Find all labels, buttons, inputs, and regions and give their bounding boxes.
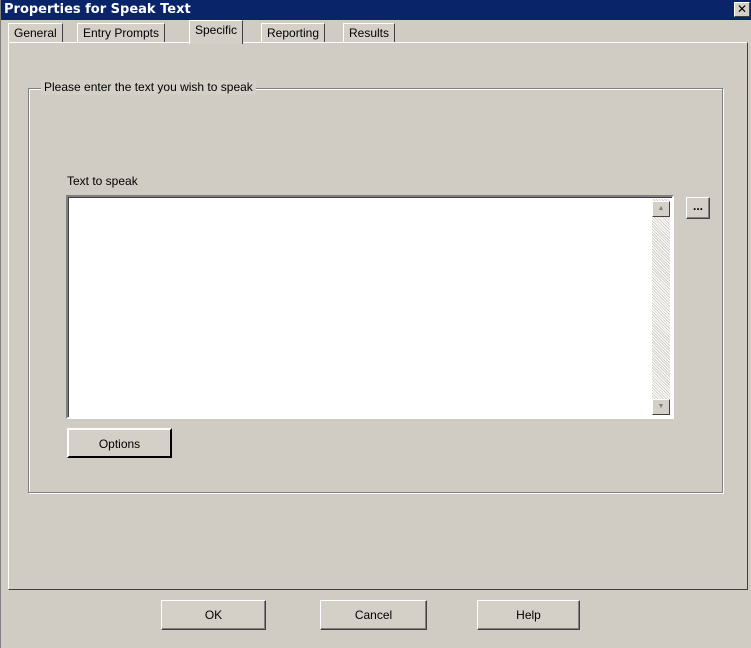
close-icon: ✕ [736, 2, 748, 16]
tab-results[interactable]: Results [343, 23, 396, 43]
tab-reporting[interactable]: Reporting [261, 23, 326, 43]
text-to-speak-label: Text to speak [67, 174, 138, 188]
tab-specific[interactable]: Specific [189, 20, 244, 44]
scroll-down-icon[interactable]: ▼ [652, 399, 670, 415]
close-button[interactable]: ✕ [734, 2, 750, 17]
vertical-scrollbar[interactable]: ▲ ▼ [652, 199, 670, 415]
text-to-speak-input[interactable]: ▲ ▼ [66, 195, 674, 419]
options-button[interactable]: Options [67, 428, 172, 458]
ok-button[interactable]: OK [161, 600, 266, 630]
dialog-window: Properties for Speak Text ✕ General Entr… [0, 0, 751, 648]
cancel-button[interactable]: Cancel [320, 600, 427, 630]
tab-entry-prompts[interactable]: Entry Prompts [77, 23, 166, 43]
browse-button[interactable]: ... [686, 197, 710, 219]
title-bar: Properties for Speak Text ✕ [1, 0, 751, 20]
window-title: Properties for Speak Text [4, 2, 191, 17]
groupbox-legend: Please enter the text you wish to speak [41, 80, 256, 95]
help-button[interactable]: Help [477, 600, 580, 630]
scroll-up-icon[interactable]: ▲ [652, 201, 670, 217]
tab-general[interactable]: General [8, 23, 63, 43]
